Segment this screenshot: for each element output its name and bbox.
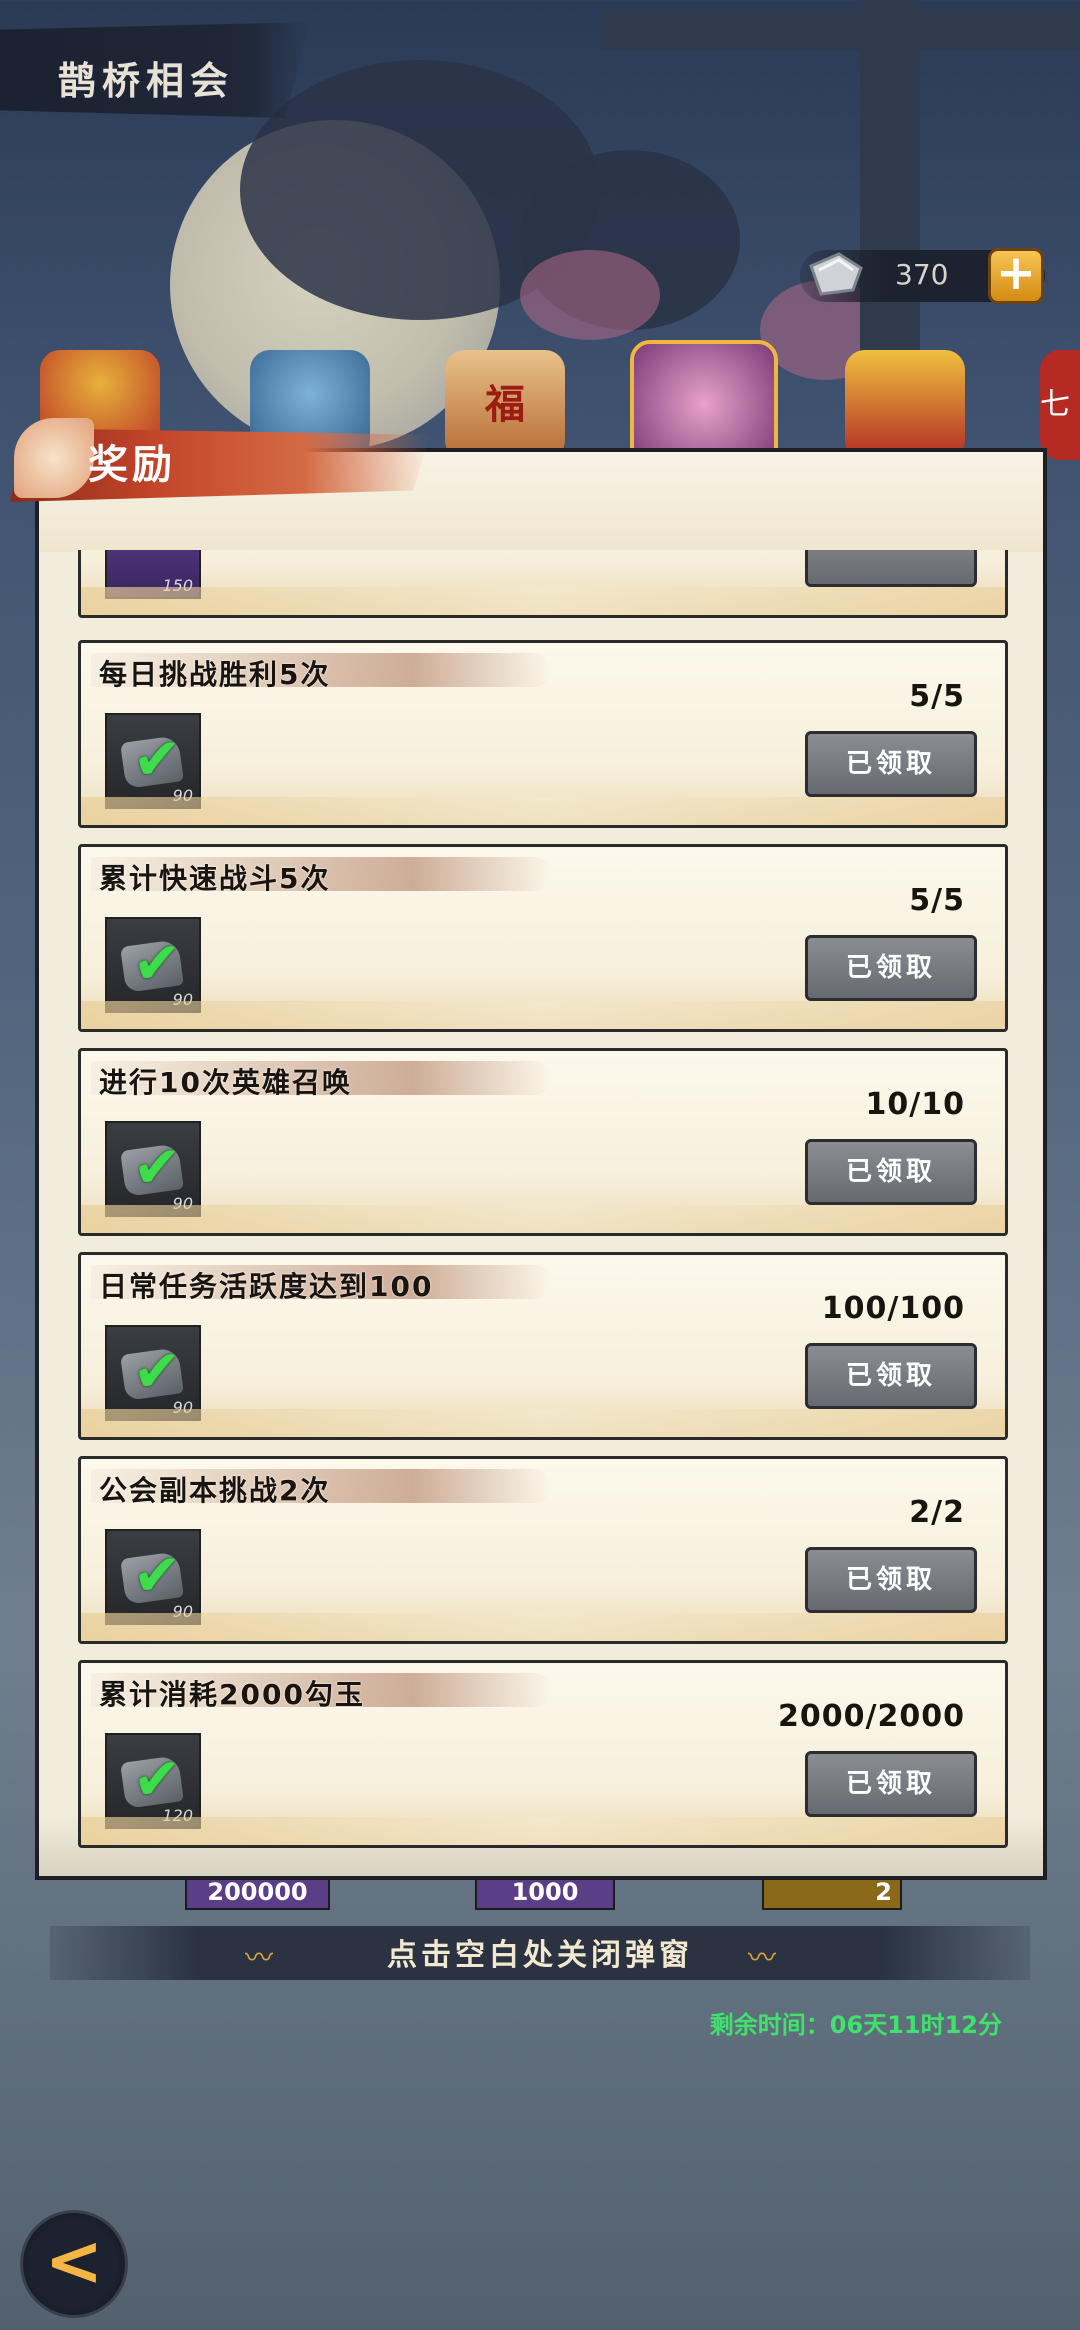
claimed-button[interactable] bbox=[805, 550, 977, 587]
leaf-ornament-icon bbox=[14, 418, 94, 498]
fortune-card-icon[interactable]: 福 bbox=[445, 350, 565, 460]
task-progress: 100/100 bbox=[821, 1291, 965, 1326]
task-card: 公会副本挑战2次 2/2 ✔ 90 已领取 bbox=[78, 1456, 1008, 1644]
task-name: 每日挑战胜利5次 bbox=[99, 658, 331, 691]
gift-box-icon[interactable] bbox=[845, 350, 965, 460]
side-event-icon[interactable]: 七 bbox=[1040, 350, 1080, 460]
gate-beam bbox=[600, 10, 1080, 50]
modal-title: 奖励 bbox=[88, 442, 176, 488]
checkmark-icon: ✔ bbox=[132, 1337, 182, 1405]
reward-item-slot[interactable]: 150 bbox=[105, 550, 201, 599]
close-popup-hint[interactable]: 点击空白处关闭弹窗 bbox=[0, 1930, 1080, 1974]
task-card: 150 bbox=[78, 550, 1008, 618]
add-currency-button[interactable]: + bbox=[988, 248, 1044, 304]
currency-amount: 370 bbox=[895, 258, 949, 291]
reward-item-slot[interactable]: ✔ 90 bbox=[105, 917, 201, 1013]
task-name: 进行10次英雄召唤 bbox=[99, 1066, 352, 1099]
checkmark-icon: ✔ bbox=[132, 1745, 182, 1813]
jade-currency-icon bbox=[809, 252, 863, 296]
task-name: 公会副本挑战2次 bbox=[99, 1474, 331, 1507]
claimed-button[interactable]: 已领取 bbox=[805, 1547, 977, 1613]
checkmark-icon: ✔ bbox=[132, 1541, 182, 1609]
claimed-button[interactable]: 已领取 bbox=[805, 731, 977, 797]
reward-item-slot[interactable]: ✔ 90 bbox=[105, 713, 201, 809]
claimed-button[interactable]: 已领取 bbox=[805, 1343, 977, 1409]
claimed-button[interactable]: 已领取 bbox=[805, 935, 977, 1001]
reward-item-count: 90 bbox=[172, 1602, 193, 1621]
page-title: 鹊桥相会 bbox=[58, 59, 235, 103]
reward-item-count: 120 bbox=[162, 1806, 193, 1825]
reward-item-count: 90 bbox=[172, 1398, 193, 1417]
reward-item-count: 90 bbox=[172, 990, 193, 1009]
task-name: 日常任务活跃度达到100 bbox=[99, 1270, 434, 1303]
task-name: 累计消耗2000勾玉 bbox=[99, 1678, 365, 1711]
reward-item-slot[interactable]: ✔ 120 bbox=[105, 1733, 201, 1829]
claimed-button[interactable]: 已领取 bbox=[805, 1751, 977, 1817]
task-progress: 10/10 bbox=[865, 1087, 965, 1122]
reward-item-slot[interactable]: ✔ 90 bbox=[105, 1529, 201, 1625]
checkmark-icon: ✔ bbox=[132, 725, 182, 793]
task-card: 日常任务活跃度达到100 100/100 ✔ 90 已领取 bbox=[78, 1252, 1008, 1440]
task-progress: 5/5 bbox=[909, 679, 965, 714]
claimed-button[interactable]: 已领取 bbox=[805, 1139, 977, 1205]
task-name: 累计快速战斗5次 bbox=[99, 862, 331, 895]
checkmark-icon: ✔ bbox=[132, 929, 182, 997]
reward-item-count: 150 bbox=[162, 576, 193, 595]
task-progress: 5/5 bbox=[909, 883, 965, 918]
task-card: 累计消耗2000勾玉 2000/2000 ✔ 120 已领取 bbox=[78, 1660, 1008, 1848]
task-card: 进行10次英雄召唤 10/10 ✔ 90 已领取 bbox=[78, 1048, 1008, 1236]
reward-item-count: 90 bbox=[172, 1194, 193, 1213]
checkmark-icon: ✔ bbox=[132, 1133, 182, 1201]
task-card: 累计快速战斗5次 5/5 ✔ 90 已领取 bbox=[78, 844, 1008, 1032]
task-list[interactable]: 150 每日挑战胜利5次 5/5 ✔ 90 已领取 累计快速战斗5次 5/5 ✔… bbox=[70, 550, 1010, 1850]
reward-item-slot[interactable]: ✔ 90 bbox=[105, 1325, 201, 1421]
back-button[interactable]: < bbox=[20, 2210, 128, 2318]
remaining-time: 剩余时间：06天11时12分 bbox=[709, 2011, 1002, 2039]
task-progress: 2000/2000 bbox=[778, 1699, 965, 1734]
blossom-cluster bbox=[520, 250, 660, 340]
reward-item-slot[interactable]: ✔ 90 bbox=[105, 1121, 201, 1217]
reward-item-count: 90 bbox=[172, 786, 193, 805]
task-card: 每日挑战胜利5次 5/5 ✔ 90 已领取 bbox=[78, 640, 1008, 828]
task-progress: 2/2 bbox=[909, 1495, 965, 1530]
